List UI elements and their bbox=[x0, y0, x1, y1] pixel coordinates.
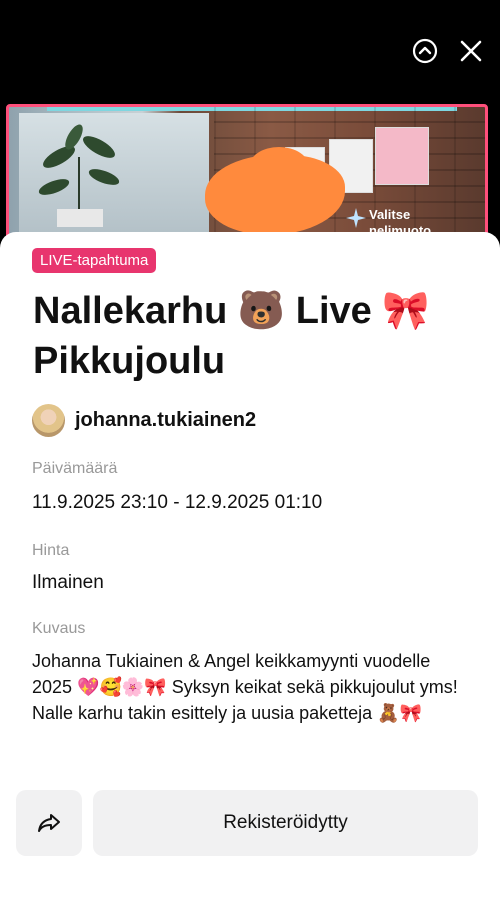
description-label: Kuvaus bbox=[32, 620, 86, 637]
share-button[interactable] bbox=[16, 790, 82, 856]
plant-image bbox=[38, 124, 120, 227]
chevron-up-circle-icon bbox=[412, 38, 438, 64]
date-value: 11.9.2025 23:10 - 12.9.2025 01:10 bbox=[32, 492, 323, 513]
host-row[interactable]: johanna.tukiainen2 bbox=[32, 404, 256, 437]
date-label: Päivämäärä bbox=[32, 460, 118, 477]
register-button[interactable]: Rekisteröidytty bbox=[93, 790, 478, 856]
price-value: Ilmainen bbox=[32, 572, 104, 593]
price-label: Hinta bbox=[32, 542, 70, 559]
live-event-badge: LIVE-tapahtuma bbox=[32, 248, 157, 273]
host-name[interactable]: johanna.tukiainen2 bbox=[75, 409, 256, 432]
event-screen: Valitse nelimuoto LIVE-tapahtuma Nalleka… bbox=[0, 0, 500, 899]
description-text: Johanna Tukiainen & Angel keikkamyynti v… bbox=[32, 651, 458, 723]
avatar[interactable] bbox=[32, 404, 65, 437]
event-title: Nallekarhu 🐻 Live 🎀 Pikkujoulu bbox=[33, 290, 430, 382]
sparkle-icon bbox=[346, 208, 366, 228]
collapse-button[interactable] bbox=[412, 38, 438, 64]
close-button[interactable] bbox=[458, 38, 484, 64]
event-details-sheet: LIVE-tapahtuma Nallekarhu 🐻 Live 🎀 Pikku… bbox=[0, 232, 500, 899]
close-icon bbox=[460, 40, 482, 62]
share-arrow-icon bbox=[38, 814, 60, 832]
wall-poster bbox=[375, 127, 429, 185]
top-controls bbox=[412, 38, 484, 64]
